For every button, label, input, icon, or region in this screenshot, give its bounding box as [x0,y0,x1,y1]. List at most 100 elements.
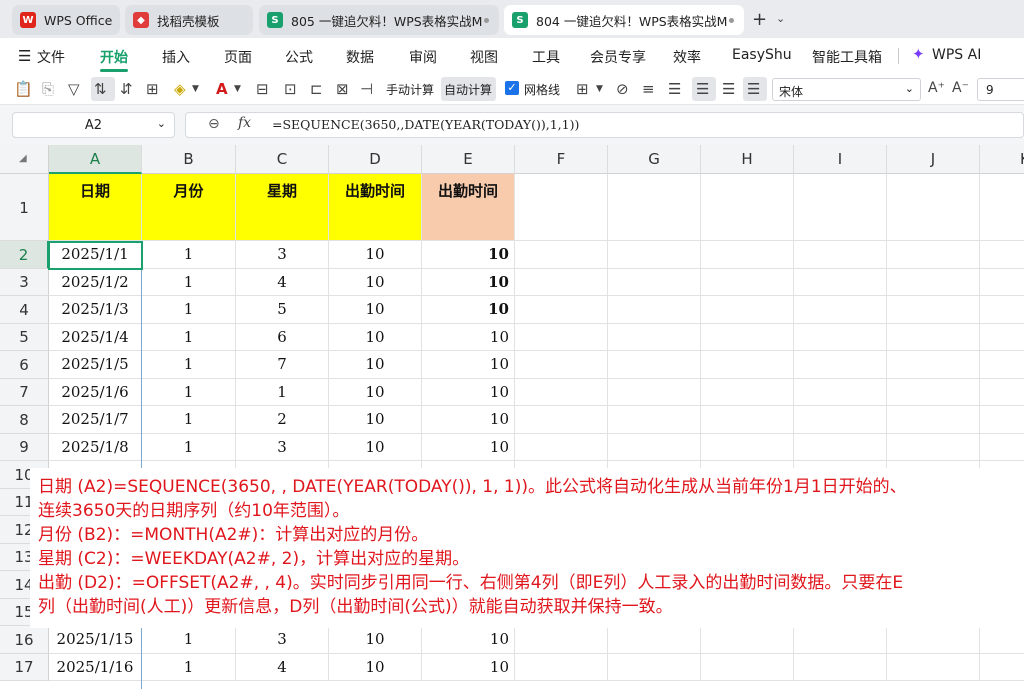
column-header-I[interactable]: I [794,145,887,174]
insert-icon[interactable]: ⊏ [310,80,323,98]
column-header-D[interactable]: D [329,145,422,174]
paste-icon[interactable]: 📋 [14,80,33,98]
table-cell[interactable] [794,433,887,461]
table-cell[interactable]: 1 [142,323,236,351]
table-cell[interactable]: 1 [142,378,236,406]
tab-4[interactable]: S 804 一键追欠料！WPS表格实战M [504,5,744,35]
row-header[interactable]: 16 [0,626,49,654]
zoom-icon[interactable]: ⊖ [208,116,220,132]
auto-calc-button[interactable]: 自动计算 [444,81,492,98]
table-cell[interactable]: 2025/1/6 [49,378,142,406]
table-cell[interactable]: 2025/1/2 [49,268,142,296]
table-cell[interactable] [608,653,701,681]
row-header[interactable]: 7 [0,378,49,406]
table-cell[interactable]: 6 [236,323,329,351]
table-cell[interactable] [980,296,1024,324]
table-cell[interactable] [794,268,887,296]
table-cell[interactable]: 2025/1/8 [49,433,142,461]
table-cell[interactable] [515,378,608,406]
table-cell[interactable] [794,378,887,406]
row-header[interactable]: 2 [0,241,49,269]
table-cell[interactable] [701,296,794,324]
wrap-text-icon[interactable]: ⊡ [284,80,297,98]
table-cell[interactable] [887,174,980,241]
column-header-F[interactable]: F [515,145,608,174]
column-header-G[interactable]: G [608,145,701,174]
table-cell[interactable] [608,378,701,406]
table-icon[interactable]: ⊠ [336,80,349,98]
table-cell[interactable]: 1 [142,268,236,296]
table-cell[interactable] [515,351,608,379]
menu-item[interactable]: 页面 [224,47,252,67]
calc-icon[interactable]: ⊣ [360,80,373,98]
table-cell[interactable] [701,653,794,681]
table-cell[interactable]: 2 [236,406,329,434]
table-cell[interactable] [887,653,980,681]
table-cell[interactable] [608,323,701,351]
table-cell[interactable] [980,654,1024,681]
table-cell[interactable]: 10 [422,433,515,461]
table-cell[interactable]: 10 [422,296,515,324]
format-painter-icon[interactable]: ⎘ [42,80,54,98]
hamburger-menu-icon[interactable]: ☰ [18,47,31,65]
table-cell[interactable] [794,296,887,324]
table-cell[interactable]: 2025/1/3 [49,296,142,324]
table-cell[interactable] [701,351,794,379]
column-header-K[interactable]: K [980,145,1024,174]
table-cell[interactable] [701,626,794,654]
menu-item[interactable]: 插入 [162,47,190,67]
table-cell[interactable] [701,241,794,269]
table-cell[interactable]: 10 [422,626,515,654]
table-cell[interactable] [515,174,608,241]
chevron-down-icon[interactable]: ▼ [192,84,199,94]
table-cell[interactable] [887,268,980,296]
table-cell[interactable]: 2025/1/15 [49,626,142,654]
table-cell[interactable] [980,406,1024,434]
table-cell[interactable]: 1 [142,296,236,324]
table-cell[interactable]: 10 [329,406,422,434]
table-cell[interactable] [794,626,887,654]
menu-file[interactable]: 文件 [37,47,65,67]
table-cell[interactable] [887,433,980,461]
decrease-font-icon[interactable]: A⁻ [952,80,969,96]
table-cell[interactable]: 星期 [236,174,329,241]
table-cell[interactable] [608,296,701,324]
table-cell[interactable]: 10 [422,323,515,351]
table-cell[interactable]: 10 [422,241,515,269]
table-cell[interactable]: 1 [142,241,236,269]
table-cell[interactable] [515,433,608,461]
name-box[interactable]: A2 ⌄ [12,112,175,138]
column-header-H[interactable]: H [701,145,794,174]
row-header[interactable]: 17 [0,653,49,681]
table-cell[interactable]: 10 [329,241,422,269]
table-cell[interactable] [887,626,980,654]
table-cell[interactable] [887,351,980,379]
table-cell[interactable]: 日期 [49,174,142,241]
table-cell[interactable]: 7 [236,351,329,379]
table-cell[interactable]: 1 [142,351,236,379]
align-left-text-icon[interactable]: ☰ [668,80,681,98]
table-cell[interactable] [980,324,1024,351]
freeze-icon[interactable]: ⊘ [616,80,629,98]
table-cell[interactable] [608,626,701,654]
table-cell[interactable]: 10 [422,351,515,379]
increase-font-icon[interactable]: A⁺ [928,80,945,96]
row-header[interactable]: 9 [0,433,49,461]
table-cell[interactable]: 2025/1/1 [49,241,142,269]
chevron-down-icon[interactable]: ▼ [234,84,241,94]
table-cell[interactable] [887,378,980,406]
table-cell[interactable] [608,241,701,269]
menu-item[interactable]: 开始 [100,47,128,67]
layout-icon[interactable]: ⊞ [576,80,589,98]
table-cell[interactable] [515,296,608,324]
table-cell[interactable]: 10 [329,268,422,296]
table-cell[interactable]: 出勤时间 [422,174,515,241]
row-header[interactable]: 5 [0,323,49,351]
merge-cells-icon[interactable]: ⊟ [256,80,269,98]
select-all-corner[interactable]: ◢ [0,145,49,174]
table-cell[interactable] [980,379,1024,406]
column-header-B[interactable]: B [142,145,236,174]
menu-item[interactable]: 会员专享 [590,47,646,67]
table-cell[interactable]: 5 [236,296,329,324]
table-cell[interactable] [887,323,980,351]
